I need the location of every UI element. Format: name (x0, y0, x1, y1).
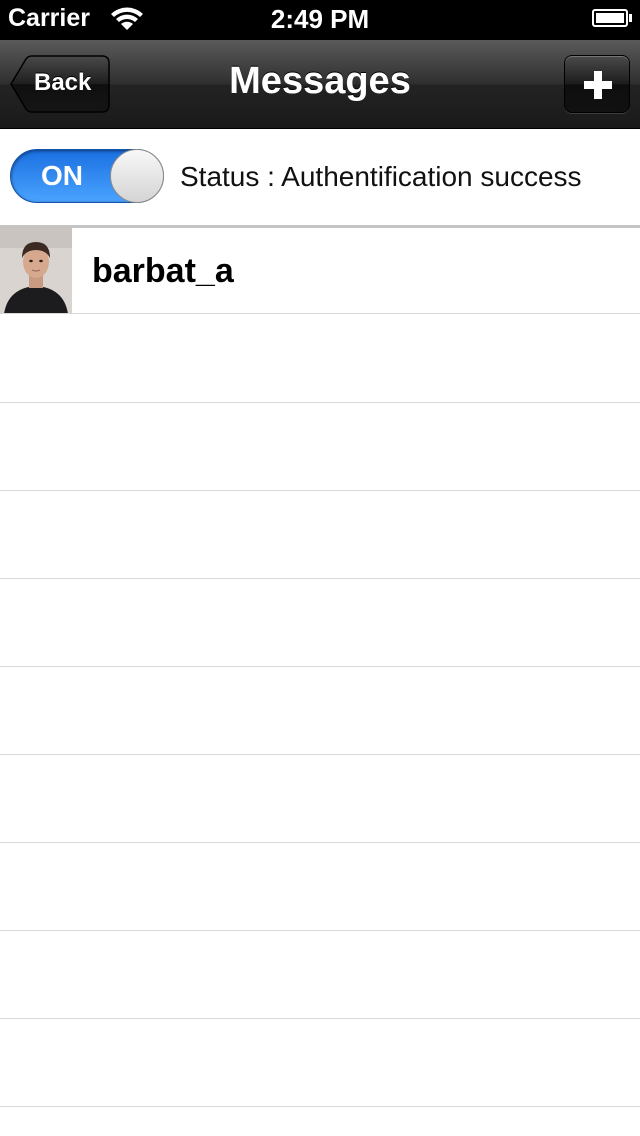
empty-row-separator (0, 754, 640, 755)
contact-row[interactable]: barbat_a (0, 228, 640, 314)
avatar (0, 228, 72, 313)
battery-icon (592, 9, 628, 27)
connection-status-row: ON Status : Authentification success (0, 129, 640, 225)
online-toggle[interactable]: ON (10, 149, 164, 203)
toggle-label: ON (41, 160, 83, 191)
empty-row-separator (0, 930, 640, 931)
empty-row-separator (0, 402, 640, 403)
user-photo (0, 228, 72, 313)
page-title: Messages (229, 60, 411, 102)
navigation-bar: Back Messages (0, 40, 640, 129)
plus-icon (584, 71, 612, 99)
add-button[interactable] (564, 55, 630, 113)
battery-tip (629, 14, 632, 22)
contact-name: barbat_a (92, 252, 234, 290)
toggle-knob[interactable] (110, 149, 164, 203)
empty-row-separator (0, 490, 640, 491)
empty-row-separator (0, 666, 640, 667)
empty-row-separator (0, 1106, 640, 1107)
status-bar: Carrier 2:49 PM (0, 0, 640, 40)
clock: 2:49 PM (270, 4, 370, 34)
empty-row-separator (0, 842, 640, 843)
status-text: Status : Authentification success (180, 161, 582, 192)
empty-row-separator (0, 1018, 640, 1019)
empty-row-separator (0, 578, 640, 579)
